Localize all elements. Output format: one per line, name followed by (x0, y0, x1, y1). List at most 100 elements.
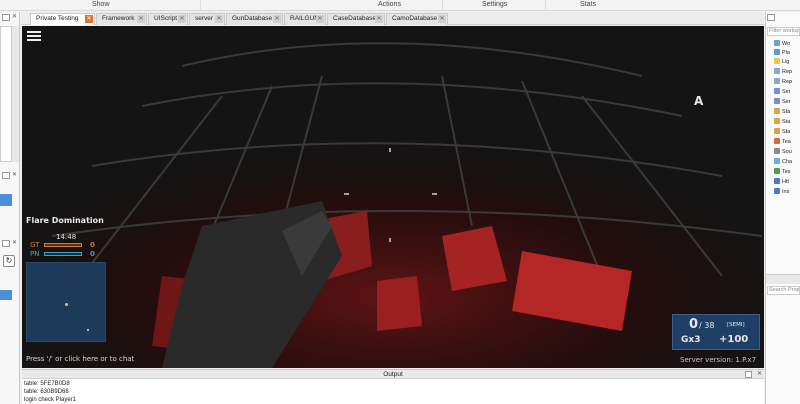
scrollbar[interactable] (12, 26, 19, 162)
studio-window: Show Actions Settings Stats ✕ ✕ ✕ ↻ Priv… (0, 0, 800, 404)
tab-label: GunDatabase (232, 15, 273, 22)
close-icon[interactable]: ✕ (316, 15, 324, 23)
lighting-icon (774, 58, 780, 64)
explorer-item[interactable]: Lig (774, 58, 789, 67)
explorer-item[interactable]: Cha (774, 158, 792, 167)
menu-icon[interactable] (27, 31, 41, 41)
ammo-reserve: / 38 (699, 321, 715, 330)
tab-camodatabase[interactable]: CamoDatabase ✕ (386, 13, 448, 25)
tab-uiscript[interactable]: UIScript ✕ (148, 13, 188, 25)
dock-icon[interactable] (2, 14, 10, 21)
explorer-item[interactable]: Tea (774, 138, 791, 147)
tab-private-testing[interactable]: Private Testing ✕ (30, 13, 95, 25)
explorer-item[interactable]: Ser (774, 98, 791, 107)
team-progress-bar (44, 252, 82, 256)
menu-divider (200, 0, 201, 11)
explorer-panel: Filter workspace Wo Pla Lig Rep Rep Ser … (765, 12, 800, 404)
replicated-storage-icon (774, 78, 780, 84)
close-icon[interactable]: ✕ (757, 370, 762, 379)
players-icon (774, 49, 780, 55)
fire-mode: [SEMI] (727, 322, 745, 328)
menu-settings[interactable]: Settings (482, 1, 507, 8)
selected-item[interactable] (0, 290, 12, 300)
close-icon[interactable]: ✕ (215, 15, 223, 23)
health-value: +100 (719, 334, 749, 345)
menu-bar: Show Actions Settings Stats (0, 0, 800, 11)
menu-actions[interactable]: Actions (378, 1, 401, 8)
output-panel: Output ✕ table: 5FE7B0D8 table: 630B9D68… (22, 369, 764, 404)
capture-point-label: A (694, 94, 704, 108)
minimap-marker (87, 329, 89, 331)
tab-label: RAILGUN (290, 15, 319, 22)
explorer-item[interactable]: Sta (774, 128, 790, 137)
server-script-service-icon (774, 88, 780, 94)
insert-service-icon (774, 188, 780, 194)
close-icon[interactable]: ✕ (11, 14, 18, 21)
explorer-item[interactable]: Sta (774, 108, 790, 117)
menu-divider (545, 0, 546, 11)
game-scene (22, 26, 764, 368)
chat-icon (774, 158, 780, 164)
properties-header (766, 274, 800, 284)
close-icon[interactable]: ✕ (137, 15, 145, 23)
tab-label: server (195, 15, 214, 22)
explorer-item[interactable]: Rep (774, 68, 792, 77)
output-line: table: 630B9D68 (24, 389, 69, 395)
ammo-panel: 0 / 38 [SEMI] Gx3 +100 (672, 314, 760, 350)
chat-hint[interactable]: Press '/' or click here or to chat (26, 355, 134, 363)
explorer-item[interactable]: Ins (774, 188, 789, 197)
tab-label: CaseDatabase (333, 15, 376, 22)
explorer-item[interactable]: Pla (774, 49, 790, 58)
close-icon[interactable]: ✕ (85, 15, 93, 23)
explorer-item[interactable]: Wo (774, 40, 790, 49)
explorer-item[interactable]: Sou (774, 148, 792, 157)
explorer-item[interactable]: Ser (774, 88, 791, 97)
grenade-count: Gx3 (681, 335, 701, 345)
ammo-current: 0 (689, 317, 699, 332)
toolbox-list[interactable] (0, 26, 12, 162)
refresh-icon[interactable]: ↻ (3, 255, 15, 267)
explorer-item[interactable]: Rep (774, 78, 792, 87)
starter-pack-icon (774, 118, 780, 124)
menu-show[interactable]: Show (92, 1, 110, 8)
sound-service-icon (774, 148, 780, 154)
tab-railgun[interactable]: RAILGUN ✕ (284, 13, 326, 25)
tab-server[interactable]: server ✕ (189, 13, 225, 25)
tab-framework[interactable]: Framework ✕ (96, 13, 147, 25)
output-header: Output ✕ (22, 370, 764, 379)
tab-label: UIScript (154, 15, 178, 22)
output-line: login check Player1 (24, 397, 77, 403)
close-icon[interactable]: ✕ (273, 15, 281, 23)
menu-divider (442, 0, 443, 11)
explorer-item[interactable]: Sta (774, 118, 790, 127)
tab-label: Framework (102, 15, 135, 22)
selected-item[interactable] (0, 194, 12, 206)
output-line: table: 5FE7B0D8 (24, 381, 70, 387)
dock-icon[interactable] (745, 371, 752, 378)
explorer-item[interactable]: Htt (774, 178, 789, 187)
dock-icon[interactable] (767, 14, 775, 21)
tab-casedatabase[interactable]: CaseDatabase ✕ (327, 13, 385, 25)
server-version: Server version: 1.P.x7 (680, 356, 757, 364)
game-viewport[interactable]: A Flare Domination 14:48 GT 0 PN 0 Press… (22, 26, 764, 368)
close-icon[interactable]: ✕ (438, 15, 446, 23)
http-service-icon (774, 178, 780, 184)
close-icon[interactable]: ✕ (11, 172, 18, 179)
team-score: 0 (90, 250, 95, 258)
close-icon[interactable]: ✕ (11, 240, 18, 247)
teams-icon (774, 138, 780, 144)
explorer-item[interactable]: Tes (774, 168, 791, 177)
close-icon[interactable]: ✕ (375, 15, 383, 23)
team-tag: PN (30, 250, 40, 258)
tab-label: Private Testing (36, 15, 79, 22)
tab-gundatabase[interactable]: GunDatabase ✕ (226, 13, 283, 25)
dock-icon[interactable] (2, 240, 10, 247)
menu-stats[interactable]: Stats (580, 1, 596, 8)
explorer-filter-input[interactable]: Filter workspace (767, 27, 800, 36)
match-timer: 14:48 (56, 233, 77, 241)
workspace-icon (774, 40, 780, 46)
dock-icon[interactable] (2, 172, 10, 179)
close-icon[interactable]: ✕ (178, 15, 186, 23)
properties-search-input[interactable]: Search Prop (767, 286, 800, 295)
script-tab-bar: Private Testing ✕ Framework ✕ UIScript ✕… (22, 12, 764, 25)
